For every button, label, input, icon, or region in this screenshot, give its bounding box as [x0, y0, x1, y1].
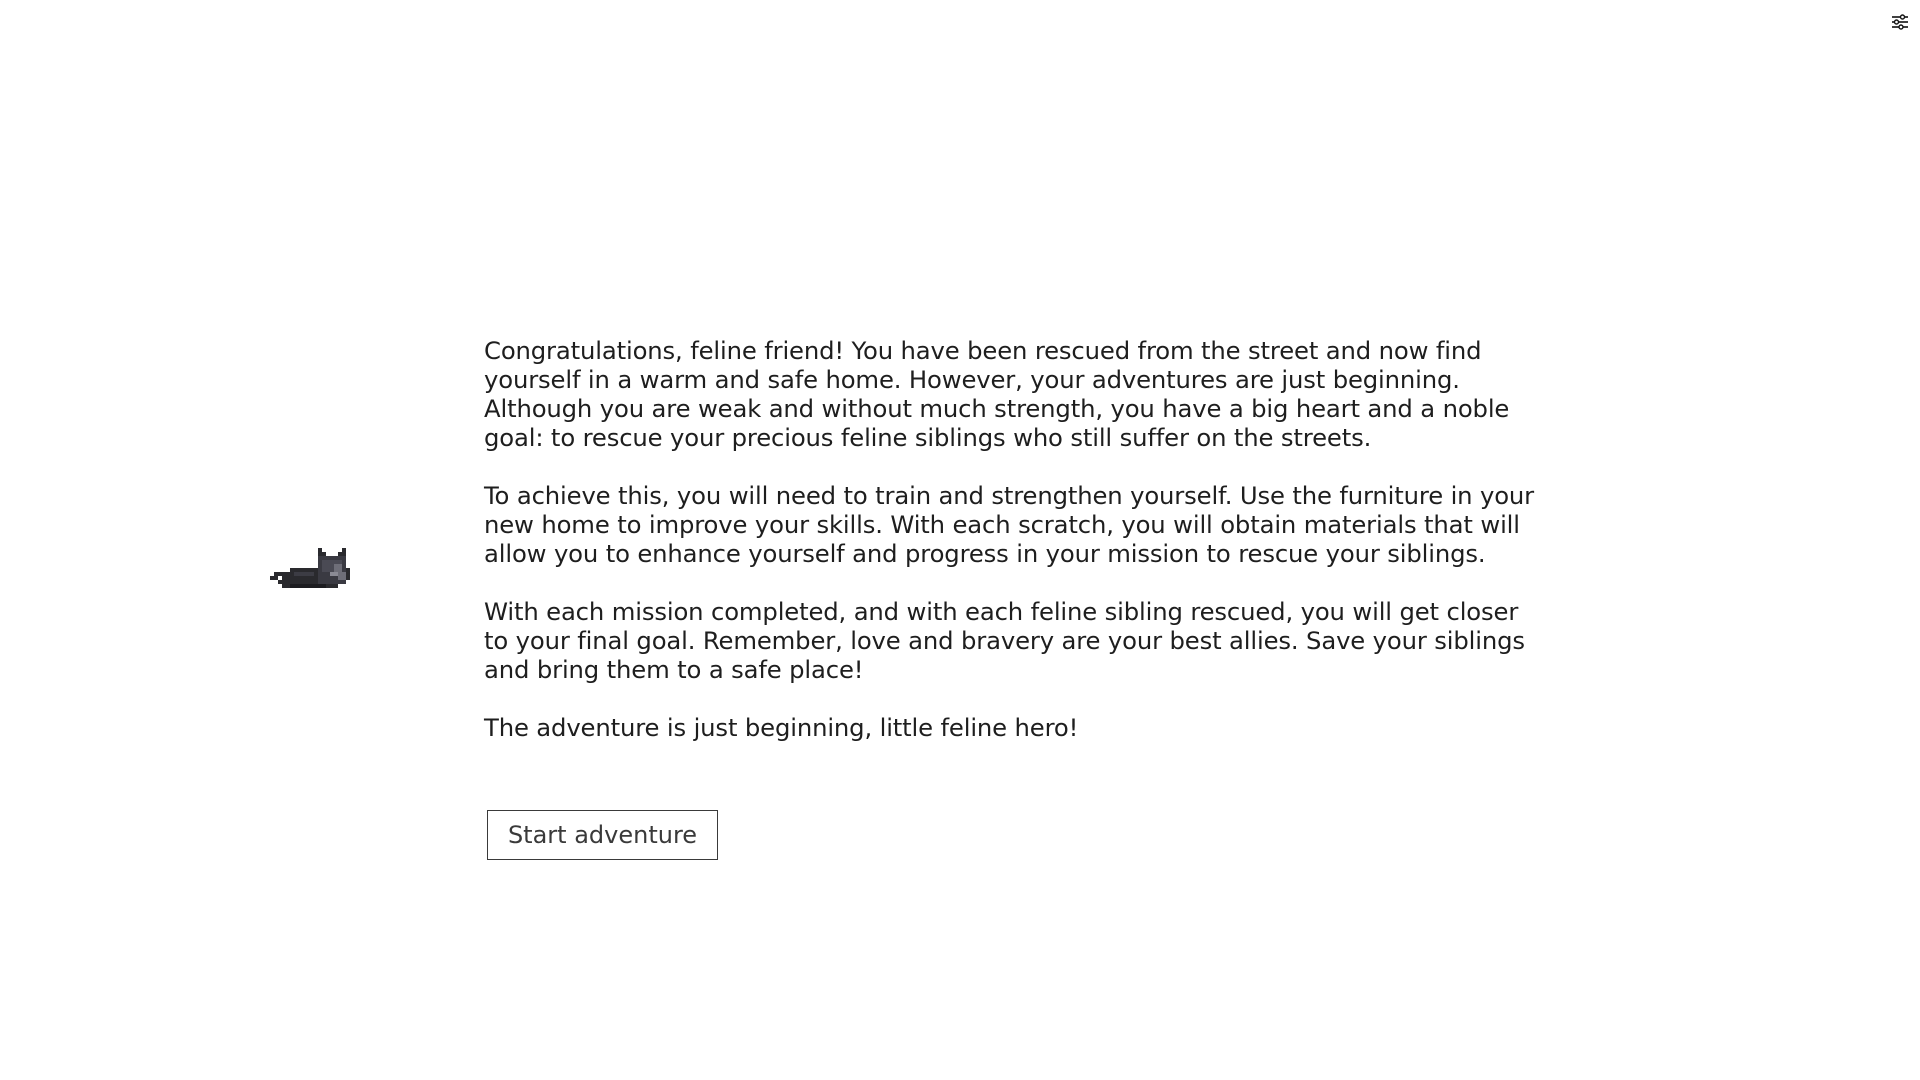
intro-screen: Congratulations, feline friend! You have…	[0, 0, 1920, 1080]
story-paragraph: The adventure is just beginning, little …	[484, 713, 1079, 742]
settings-button[interactable]	[1888, 10, 1912, 34]
sliders-icon	[1892, 14, 1908, 30]
sleeping-cat-icon	[270, 548, 366, 596]
start-adventure-button[interactable]: Start adventure	[487, 810, 718, 860]
story-paragraph: Congratulations, feline friend! You have…	[484, 336, 1510, 452]
story-text: Congratulations, feline friend! You have…	[484, 336, 1544, 771]
story-paragraph: To achieve this, you will need to train …	[484, 481, 1535, 568]
story-paragraph: With each mission completed, and with ea…	[484, 597, 1525, 684]
